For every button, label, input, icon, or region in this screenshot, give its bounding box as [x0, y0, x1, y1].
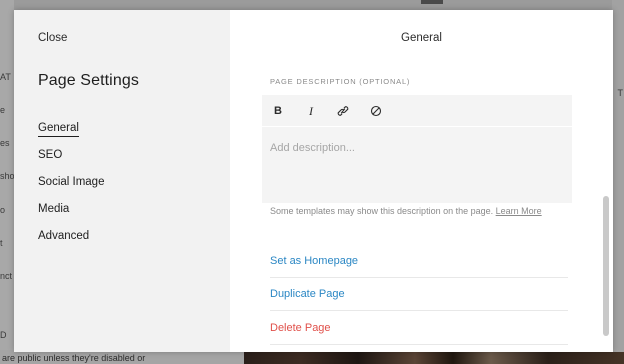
bold-button[interactable]: B	[270, 103, 286, 119]
description-label: PAGE DESCRIPTION (OPTIONAL)	[270, 77, 411, 86]
editor-toolbar: B I	[262, 95, 572, 127]
panel-title: General	[401, 32, 442, 44]
background-text-fragment: AT	[0, 72, 11, 82]
background-left-strip	[0, 0, 14, 364]
background-text-fragment: es	[0, 138, 10, 148]
divider	[270, 310, 568, 311]
nav-item-label: Media	[38, 203, 70, 215]
background-text-fragment: o	[0, 205, 6, 215]
settings-panel: General PAGE DESCRIPTION (OPTIONAL) B I	[230, 10, 613, 352]
nav-item-label: SEO	[38, 149, 63, 161]
settings-sidebar: Close Page Settings General SEO Social I…	[14, 10, 230, 352]
delete-page-button[interactable]: Delete Page	[270, 322, 568, 334]
nav-item-label: Advanced	[38, 230, 90, 242]
description-editor: B I Add description...	[262, 95, 572, 203]
description-placeholder: Add description...	[270, 142, 355, 154]
set-homepage-button[interactable]: Set as Homepage	[270, 255, 568, 267]
nav-item-general[interactable]: General	[38, 120, 104, 147]
nav-item-media[interactable]: Media	[38, 201, 104, 228]
scrollbar[interactable]	[603, 196, 609, 336]
nav-item-label: General	[38, 122, 79, 137]
background-text-fragment: sho	[0, 171, 15, 181]
background-text-fragment: nct	[0, 271, 13, 281]
link-icon[interactable]	[335, 103, 351, 119]
nav-item-seo[interactable]: SEO	[38, 147, 104, 174]
help-text: Some templates may show this description…	[270, 206, 494, 216]
background-text-fragment: t	[0, 238, 3, 248]
divider	[270, 344, 568, 345]
duplicate-page-button[interactable]: Duplicate Page	[270, 288, 568, 300]
page-settings-modal: Close Page Settings General SEO Social I…	[14, 10, 613, 352]
description-help-text: Some templates may show this description…	[270, 206, 542, 216]
settings-nav: General SEO Social Image Media Advanced	[38, 120, 104, 255]
description-input[interactable]: Add description...	[262, 128, 572, 203]
background-text-fragment: T	[617, 88, 624, 98]
close-button[interactable]: Close	[38, 32, 67, 44]
background-top-element	[421, 0, 443, 4]
italic-button[interactable]: I	[303, 103, 319, 119]
clear-format-icon[interactable]	[368, 103, 384, 119]
background-text-fragment: D	[0, 330, 7, 340]
background-right-strip	[612, 0, 624, 364]
learn-more-link[interactable]: Learn More	[496, 206, 542, 216]
nav-item-advanced[interactable]: Advanced	[38, 228, 104, 255]
nav-item-social-image[interactable]: Social Image	[38, 174, 104, 201]
divider	[270, 277, 568, 278]
background-text-fragment: e	[0, 105, 6, 115]
modal-title: Page Settings	[38, 72, 139, 89]
background-photo	[244, 352, 624, 364]
nav-item-label: Social Image	[38, 176, 105, 188]
background-bottom-text: are public unless they're disabled or	[2, 353, 146, 363]
